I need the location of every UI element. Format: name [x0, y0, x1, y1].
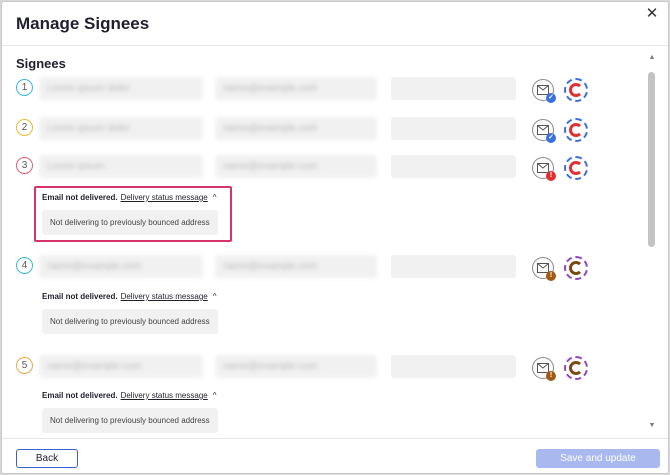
check-badge-icon: ✓: [546, 93, 556, 103]
signing-status-icon[interactable]: [564, 78, 588, 102]
scroll-up-icon[interactable]: ▲: [648, 54, 656, 62]
manage-signees-dialog: Manage Signees ✕ Signees 1 Lorem ipsum d…: [1, 1, 669, 474]
signee-1-name-field[interactable]: Lorem ipsum dolor: [39, 77, 203, 100]
signee-2-email-field[interactable]: name@example.com: [215, 117, 377, 140]
error-message: Not delivering to previously bounced add…: [42, 210, 218, 235]
mail-warning-icon[interactable]: !: [532, 357, 556, 381]
warning-badge-icon: !: [546, 371, 556, 381]
error-label: Email not delivered.: [42, 193, 118, 202]
chevron-up-icon[interactable]: ^: [213, 292, 217, 301]
delivery-status-link[interactable]: Delivery status message: [121, 391, 208, 400]
signee-number-2: 2: [16, 119, 33, 136]
save-and-update-button[interactable]: Save and update: [536, 449, 660, 468]
section-title: Signees: [16, 56, 66, 71]
back-button[interactable]: Back: [16, 449, 78, 468]
signee-number-4: 4: [16, 257, 33, 274]
signing-status-icon[interactable]: [564, 256, 588, 280]
signing-status-icon[interactable]: [564, 356, 588, 380]
signee-4-extra-field[interactable]: [391, 255, 516, 278]
delivery-error-block: Email not delivered. Delivery status mess…: [42, 391, 218, 433]
signing-status-icon[interactable]: [564, 118, 588, 142]
delivery-error-block: Email not delivered. Delivery status mess…: [42, 292, 218, 334]
mail-delivered-icon[interactable]: ✓: [532, 79, 556, 103]
signee-5-email-field[interactable]: name@example.com: [215, 355, 377, 378]
footer-divider: [2, 438, 668, 439]
delivery-status-link[interactable]: Delivery status message: [121, 193, 208, 202]
signee-3-extra-field[interactable]: [391, 155, 516, 178]
check-badge-icon: ✓: [546, 133, 556, 143]
error-label: Email not delivered.: [42, 391, 118, 400]
delivery-error-block: Email not delivered. Delivery status mess…: [42, 193, 218, 235]
signee-2-extra-field[interactable]: [391, 117, 516, 140]
signee-4-name-field[interactable]: name@example.com: [39, 255, 203, 278]
signing-status-icon[interactable]: [564, 156, 588, 180]
signee-2-name-field[interactable]: Lorem ipsum dolor: [39, 117, 203, 140]
signee-number-1: 1: [16, 79, 33, 96]
mail-error-icon[interactable]: !: [532, 157, 556, 181]
error-message: Not delivering to previously bounced add…: [42, 309, 218, 334]
scrollbar-thumb[interactable]: [648, 72, 655, 247]
signee-1-email-field[interactable]: name@example.com: [215, 77, 377, 100]
signee-5-name-field[interactable]: name@example.com: [39, 355, 203, 378]
scroll-down-icon[interactable]: ▼: [648, 422, 656, 430]
warning-badge-icon: !: [546, 271, 556, 281]
signee-number-5: 5: [16, 357, 33, 374]
mail-delivered-icon[interactable]: ✓: [532, 119, 556, 143]
signee-5-extra-field[interactable]: [391, 355, 516, 378]
signee-number-3: 3: [16, 157, 33, 174]
signees-scroll-area[interactable]: Signees 1 Lorem ipsum dolor name@example…: [2, 46, 654, 438]
scrollbar[interactable]: ▲ ▼: [648, 54, 656, 430]
error-label: Email not delivered.: [42, 292, 118, 301]
chevron-up-icon[interactable]: ^: [213, 391, 217, 400]
mail-warning-icon[interactable]: !: [532, 257, 556, 281]
dialog-title: Manage Signees: [16, 14, 150, 33]
close-icon[interactable]: ✕: [644, 6, 660, 22]
signee-3-email-field[interactable]: name@example.com: [215, 155, 377, 178]
error-badge-icon: !: [546, 171, 556, 181]
delivery-status-link[interactable]: Delivery status message: [121, 292, 208, 301]
signee-4-email-field[interactable]: name@example.com: [215, 255, 377, 278]
error-message: Not delivering to previously bounced add…: [42, 408, 218, 433]
chevron-up-icon[interactable]: ^: [213, 193, 217, 202]
signee-1-extra-field[interactable]: [391, 77, 516, 100]
signee-3-name-field[interactable]: Lorem ipsum: [39, 155, 203, 178]
